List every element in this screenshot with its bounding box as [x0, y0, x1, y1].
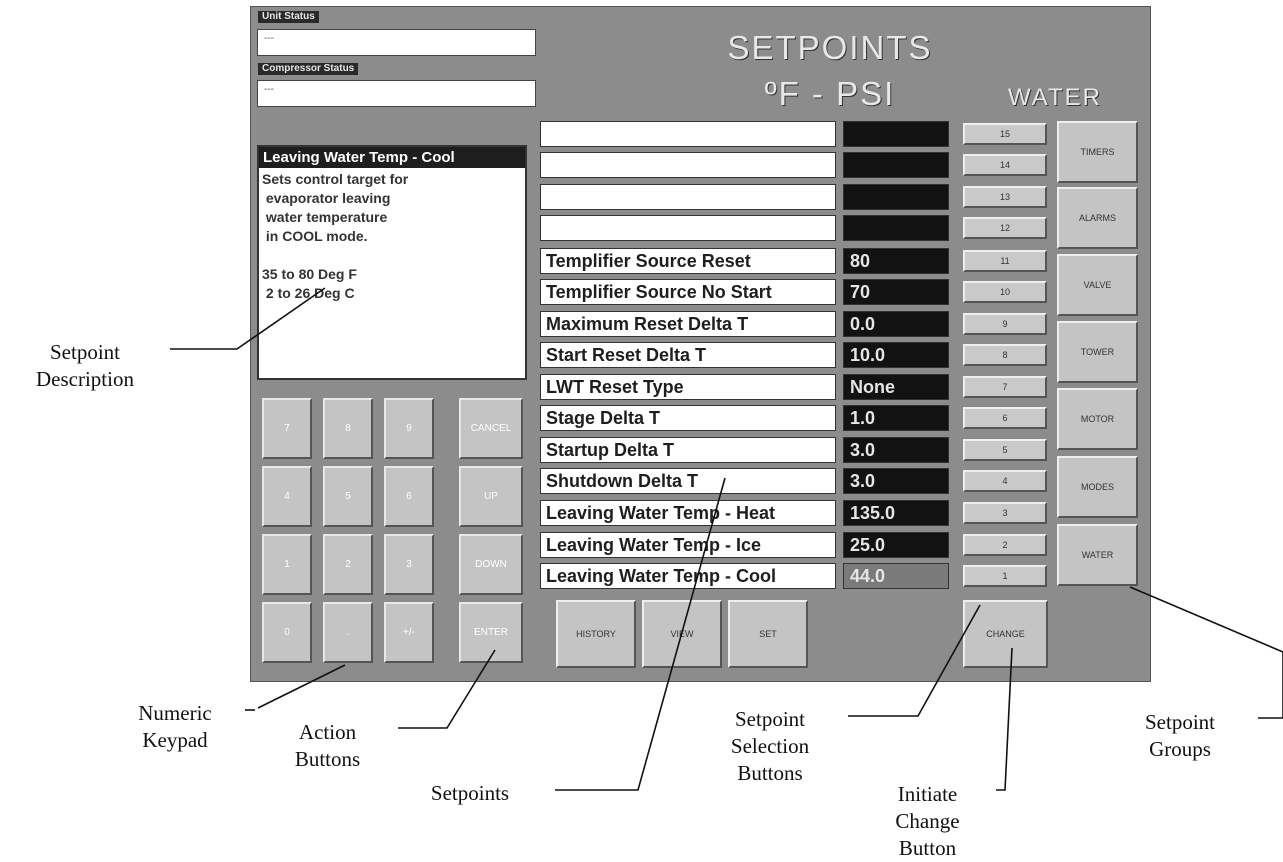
leader-initiate-change	[996, 647, 1013, 791]
callout-text: Description	[36, 367, 134, 391]
callout-text: Setpoints	[430, 781, 510, 805]
callout-text: Action	[298, 720, 357, 744]
leader-action-buttons	[398, 649, 496, 729]
callout-setpoint-groups: Setpoint Groups	[1115, 709, 1245, 763]
leader-numeric-keypad	[257, 664, 346, 709]
callout-text: Buttons	[737, 761, 803, 785]
callout-text: Keypad	[142, 728, 208, 752]
leader-setpoint-groups	[1129, 586, 1283, 719]
callout-text: Setpoint	[734, 707, 805, 731]
callout-setpoint-description: Setpoint Description	[0, 339, 170, 393]
callout-numeric-keypad: Numeric Keypad	[100, 700, 250, 754]
callout-text: Buttons	[294, 747, 361, 771]
leader-setpoints	[555, 477, 726, 791]
callout-text: Groups	[1149, 737, 1211, 761]
callout-setpoints: Setpoints	[410, 780, 530, 807]
callout-text: Setpoint	[1144, 710, 1215, 734]
callout-selection-buttons: Setpoint Selection Buttons	[710, 706, 830, 787]
callout-text: Setpoint	[49, 340, 120, 364]
callout-text: Selection	[730, 734, 810, 758]
leader-selection-buttons	[848, 604, 981, 717]
callout-text: Button	[898, 836, 957, 860]
callout-initiate-change: Initiate Change Button	[870, 781, 985, 862]
leader-setpoint-description	[170, 287, 326, 350]
callout-text: Change	[895, 809, 960, 833]
callout-action-buttons: Action Buttons	[265, 719, 390, 773]
callout-text: Initiate	[897, 782, 958, 806]
callout-text: Numeric	[138, 701, 212, 725]
